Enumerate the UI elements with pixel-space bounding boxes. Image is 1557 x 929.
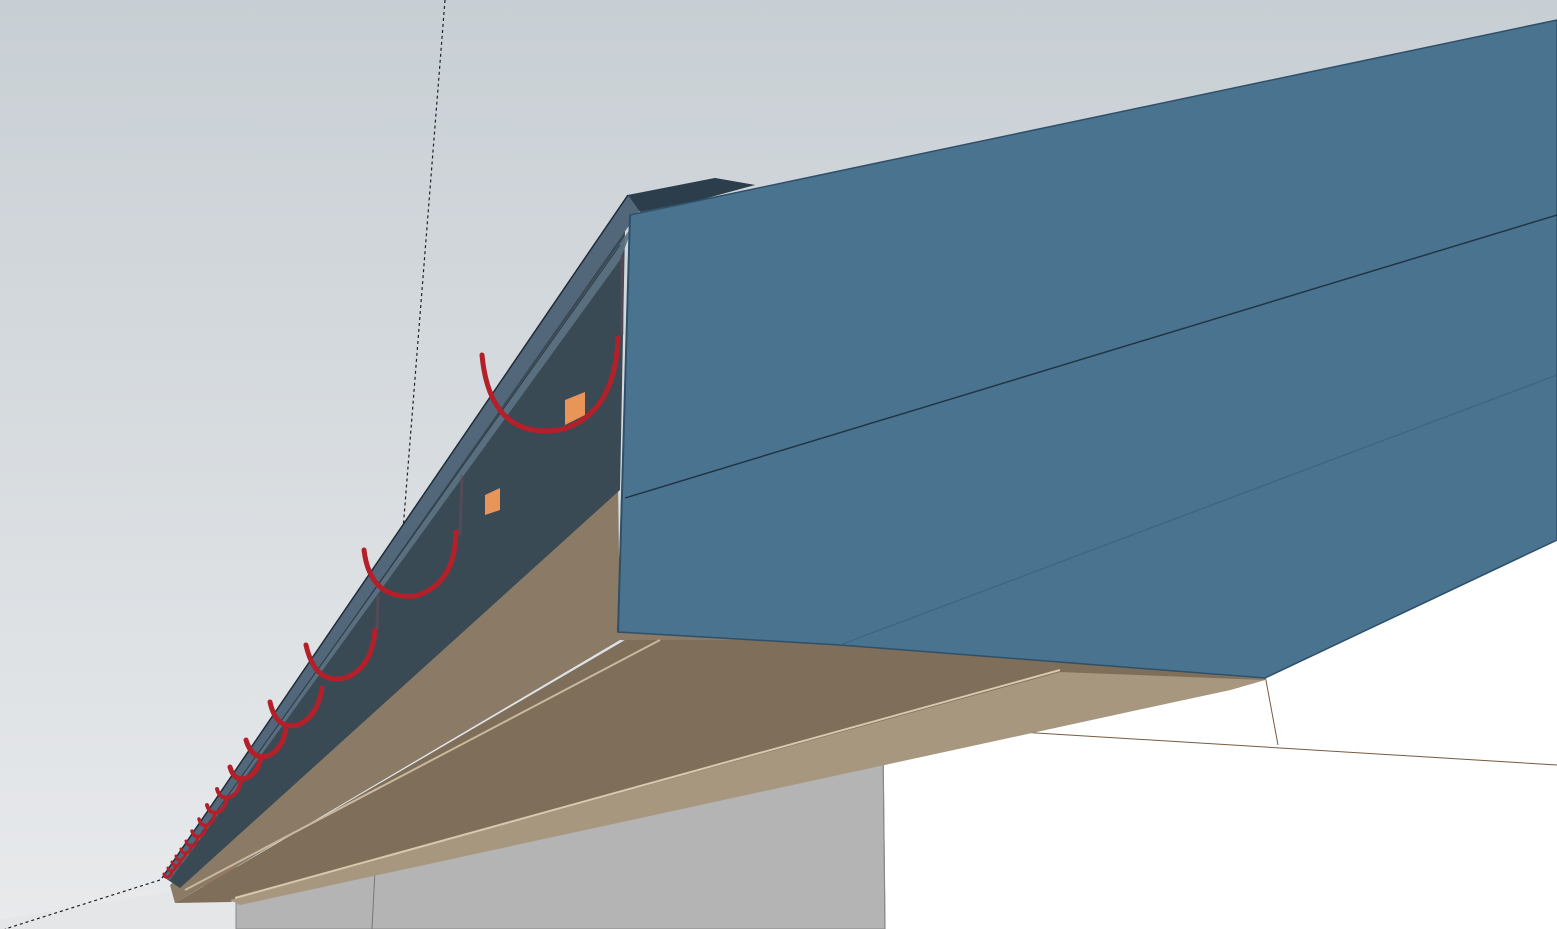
3d-model-viewport[interactable] [0, 0, 1557, 929]
strap-2 [458, 474, 464, 536]
roof-eave-model[interactable] [0, 0, 1557, 929]
strap-3 [375, 594, 380, 631]
